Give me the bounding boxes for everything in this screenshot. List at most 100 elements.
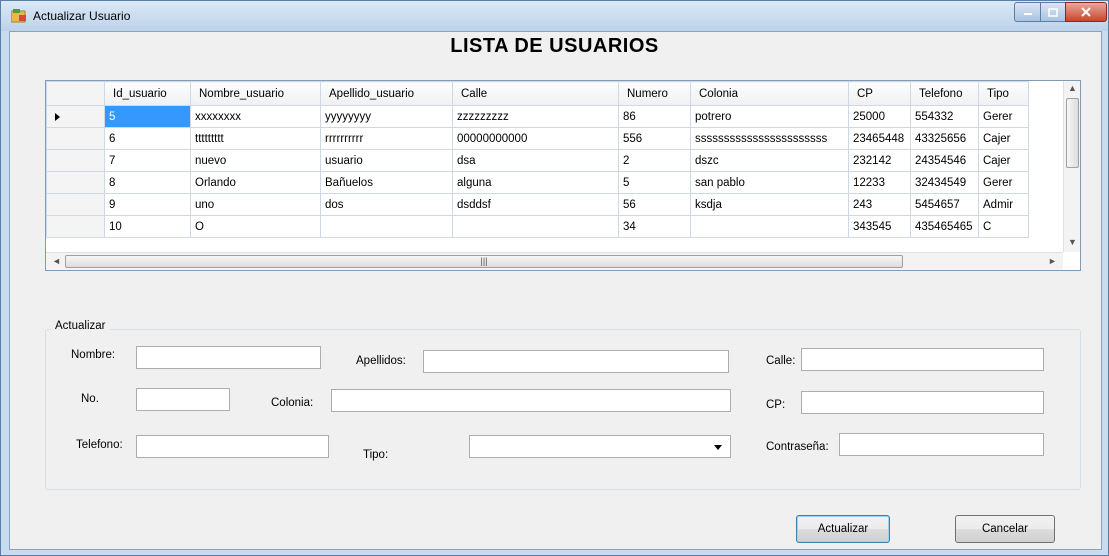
users-grid[interactable]: Id_usuario Nombre_usuario Apellido_usuar… (45, 80, 1081, 271)
table-cell[interactable]: 86 (618, 105, 691, 128)
scroll-down-icon[interactable]: ▼ (1064, 237, 1080, 247)
colonia-field[interactable] (331, 389, 731, 412)
cancelar-button[interactable]: Cancelar (955, 515, 1055, 543)
table-cell[interactable]: Orlando (190, 171, 321, 194)
table-cell[interactable]: xxxxxxxx (190, 105, 321, 128)
table-cell[interactable]: uno (190, 193, 321, 216)
table-cell[interactable]: rrrrrrrrrr (320, 127, 453, 150)
table-row[interactable]: 8 Orlando Bañuelos alguna 5 san pablo 12… (46, 171, 1029, 194)
table-cell[interactable]: 232142 (848, 149, 911, 172)
column-header[interactable]: Nombre_usuario (190, 81, 321, 106)
close-button[interactable] (1065, 2, 1107, 22)
table-cell[interactable]: 34 (618, 215, 691, 238)
column-header[interactable]: CP (848, 81, 911, 106)
vertical-scroll-thumb[interactable] (1066, 98, 1079, 168)
tipo-dropdown[interactable] (469, 435, 731, 458)
column-header[interactable]: Telefono (910, 81, 979, 106)
table-cell[interactable]: Gerer (978, 105, 1029, 128)
table-cell[interactable]: 24354546 (910, 149, 979, 172)
table-cell[interactable]: 32434549 (910, 171, 979, 194)
table-cell[interactable]: 9 (104, 193, 191, 216)
table-cell[interactable]: Admir (978, 193, 1029, 216)
table-row[interactable]: 7 nuevo usuario dsa 2 dszc 232142 243545… (46, 149, 1029, 172)
title-bar[interactable]: Actualizar Usuario (1, 1, 1108, 31)
table-cell[interactable]: 10 (104, 215, 191, 238)
table-cell[interactable]: dos (320, 193, 453, 216)
row-header[interactable] (46, 193, 105, 216)
table-cell[interactable]: 56 (618, 193, 691, 216)
table-cell[interactable]: 243 (848, 193, 911, 216)
table-cell[interactable]: 8 (104, 171, 191, 194)
table-cell[interactable]: Bañuelos (320, 171, 453, 194)
table-cell[interactable]: dszc (690, 149, 849, 172)
row-header[interactable] (46, 127, 105, 150)
table-cell[interactable] (320, 215, 453, 238)
vertical-scrollbar[interactable]: ▲ ▼ (1063, 81, 1080, 252)
column-header[interactable]: Apellido_usuario (320, 81, 453, 106)
table-cell[interactable]: O (190, 215, 321, 238)
table-cell[interactable]: 6 (104, 127, 191, 150)
table-cell[interactable]: 5 (104, 105, 191, 128)
table-cell[interactable]: Cajer (978, 149, 1029, 172)
table-cell[interactable]: 12233 (848, 171, 911, 194)
table-cell[interactable]: potrero (690, 105, 849, 128)
minimize-button[interactable] (1014, 2, 1041, 22)
table-row[interactable]: 5 xxxxxxxx yyyyyyyy zzzzzzzzz 86 potrero… (46, 105, 1029, 128)
table-row[interactable]: 10 O 34 343545 435465465 C (46, 215, 1029, 238)
telefono-field[interactable] (136, 435, 329, 458)
table-cell[interactable]: dsddsf (452, 193, 619, 216)
table-cell[interactable]: 00000000000 (452, 127, 619, 150)
calle-field[interactable] (801, 348, 1044, 371)
numero-field[interactable] (136, 388, 230, 411)
apellidos-field[interactable] (423, 350, 729, 373)
scroll-left-icon[interactable]: ◄ (48, 256, 65, 266)
table-cell[interactable]: san pablo (690, 171, 849, 194)
table-cell[interactable]: 43325656 (910, 127, 979, 150)
contrasena-field[interactable] (839, 433, 1044, 456)
column-header[interactable]: Tipo (978, 81, 1029, 106)
table-cell[interactable]: Gerer (978, 171, 1029, 194)
table-cell[interactable] (690, 215, 849, 238)
table-cell[interactable]: 2 (618, 149, 691, 172)
column-header[interactable]: Colonia (690, 81, 849, 106)
cp-field[interactable] (801, 391, 1044, 414)
table-cell[interactable]: nuevo (190, 149, 321, 172)
table-cell[interactable]: 23465448 (848, 127, 911, 150)
column-header[interactable]: Id_usuario (104, 81, 191, 106)
table-cell[interactable]: 5454657 (910, 193, 979, 216)
chevron-down-icon[interactable] (714, 445, 722, 450)
row-header[interactable] (46, 215, 105, 238)
row-header[interactable] (46, 149, 105, 172)
table-cell[interactable]: 7 (104, 149, 191, 172)
table-cell[interactable]: usuario (320, 149, 453, 172)
table-row[interactable]: 6 ttttttttt rrrrrrrrrr 00000000000 556 s… (46, 127, 1029, 150)
scroll-up-icon[interactable]: ▲ (1064, 83, 1080, 93)
table-cell[interactable]: 556 (618, 127, 691, 150)
table-cell[interactable]: dsa (452, 149, 619, 172)
table-cell[interactable]: Cajer (978, 127, 1029, 150)
table-cell[interactable]: sssssssssssssssssssssss (690, 127, 849, 150)
maximize-button[interactable] (1040, 2, 1066, 22)
horizontal-scroll-thumb[interactable]: ||| (65, 255, 903, 268)
table-cell[interactable] (452, 215, 619, 238)
row-header[interactable] (46, 105, 105, 128)
table-cell[interactable]: 435465465 (910, 215, 979, 238)
table-cell[interactable]: 343545 (848, 215, 911, 238)
column-header[interactable]: Calle (452, 81, 619, 106)
table-cell[interactable]: ttttttttt (190, 127, 321, 150)
scroll-right-icon[interactable]: ► (1044, 256, 1061, 266)
row-header[interactable] (46, 171, 105, 194)
table-cell[interactable]: ksdja (690, 193, 849, 216)
table-cell[interactable]: alguna (452, 171, 619, 194)
table-cell[interactable]: 5 (618, 171, 691, 194)
table-cell[interactable]: 554332 (910, 105, 979, 128)
table-cell[interactable]: 25000 (848, 105, 911, 128)
column-header[interactable]: Numero (618, 81, 691, 106)
table-cell[interactable]: zzzzzzzzz (452, 105, 619, 128)
horizontal-scrollbar[interactable]: ◄ ||| ► (46, 252, 1063, 270)
table-row[interactable]: 9 uno dos dsddsf 56 ksdja 243 5454657 Ad… (46, 193, 1029, 216)
table-cell[interactable]: yyyyyyyy (320, 105, 453, 128)
table-cell[interactable]: C (978, 215, 1029, 238)
actualizar-button[interactable]: Actualizar (796, 515, 890, 543)
nombre-field[interactable] (136, 346, 321, 369)
